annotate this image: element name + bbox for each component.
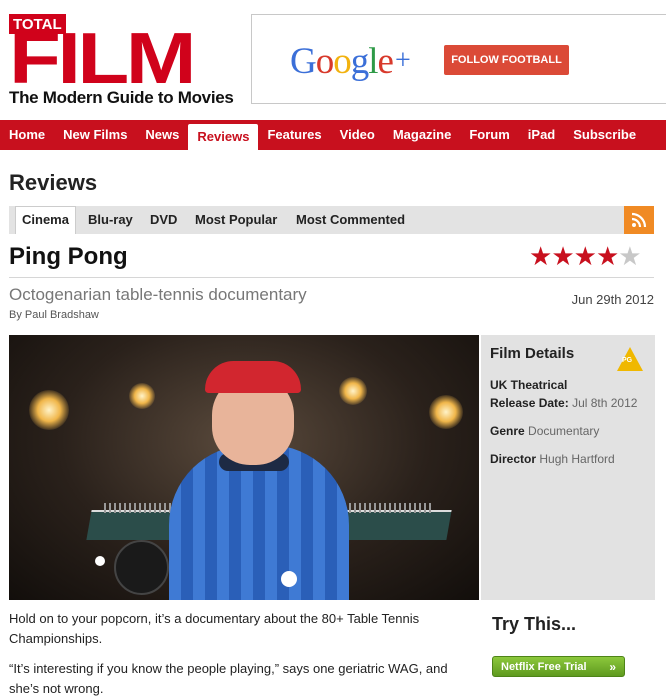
review-tabs: Cinema Blu-ray DVD Most Popular Most Com… <box>9 206 654 234</box>
genre-row: Genre Documentary <box>490 424 600 438</box>
google-plus-logo: Google+ <box>290 41 411 82</box>
logo-film-text: FILM <box>9 19 197 99</box>
try-this-title: Try This... <box>492 614 577 634</box>
article-body: Hold on to your popcorn, it’s a document… <box>9 609 469 699</box>
star-filled-icon: ★ <box>573 241 597 271</box>
star-filled-icon: ★ <box>529 241 552 271</box>
section-title: Reviews <box>9 170 98 195</box>
article-title: Ping Pong <box>9 243 128 270</box>
logo-tagline: The Modern Guide to Movies <box>9 88 234 107</box>
nav-item-features[interactable]: Features <box>258 120 330 150</box>
google-plus-ad[interactable]: Google+ FOLLOW FOOTBALL <box>251 14 666 104</box>
main-nav: Home New Films News Reviews Features Vid… <box>0 120 666 150</box>
nav-item-home[interactable]: Home <box>0 120 54 150</box>
tab-dvd[interactable]: DVD <box>150 206 177 234</box>
nav-item-ipad[interactable]: iPad <box>519 120 564 150</box>
release-date-row: Release Date: Jul 8th 2012 <box>490 396 638 410</box>
nav-item-magazine[interactable]: Magazine <box>384 120 461 150</box>
pg-certificate-icon: PG <box>617 347 643 371</box>
nav-item-forum[interactable]: Forum <box>460 120 518 150</box>
article-date: Jun 29th 2012 <box>571 292 654 307</box>
tab-blu-ray[interactable]: Blu-ray <box>88 206 133 234</box>
star-rating: ★★★★★ <box>529 241 642 271</box>
body-paragraph: Hold on to your popcorn, it’s a document… <box>9 611 420 646</box>
netflix-free-trial-button[interactable]: Netflix Free Trial » <box>492 656 625 677</box>
rss-icon[interactable] <box>624 206 654 234</box>
nav-item-reviews[interactable]: Reviews <box>188 124 259 150</box>
nav-item-video[interactable]: Video <box>331 120 384 150</box>
uk-theatrical-label: UK Theatrical <box>490 378 568 392</box>
follow-football-button[interactable]: FOLLOW FOOTBALL <box>444 45 569 75</box>
genre-link[interactable]: Documentary <box>528 424 599 438</box>
director-link[interactable]: Hugh Hartford <box>539 452 614 466</box>
film-details-panel: Film Details PG UK Theatrical Release Da… <box>481 335 655 600</box>
article-subtitle: Octogenarian table-tennis documentary <box>9 285 307 304</box>
nav-item-new-films[interactable]: New Films <box>54 120 136 150</box>
nav-item-news[interactable]: News <box>136 120 188 150</box>
hero-image <box>9 335 479 600</box>
article-byline: By Paul Bradshaw <box>9 309 99 321</box>
director-row: Director Hugh Hartford <box>490 452 615 466</box>
total-film-logo[interactable]: TOTAL FILM The Modern Guide to Movies <box>9 14 239 114</box>
star-empty-icon: ★ <box>618 241 641 271</box>
star-filled-icon: ★ <box>595 241 619 271</box>
title-divider <box>9 277 654 278</box>
site-header: TOTAL FILM The Modern Guide to Movies Go… <box>0 0 666 118</box>
tab-most-popular[interactable]: Most Popular <box>195 206 277 234</box>
tab-most-commented[interactable]: Most Commented <box>296 206 405 234</box>
body-paragraph: “It’s interesting if you know the people… <box>9 661 448 696</box>
star-filled-icon: ★ <box>551 241 574 271</box>
nav-item-subscribe[interactable]: Subscribe <box>564 120 645 150</box>
tab-cinema[interactable]: Cinema <box>15 206 76 234</box>
chevron-right-icon: » <box>609 660 616 674</box>
